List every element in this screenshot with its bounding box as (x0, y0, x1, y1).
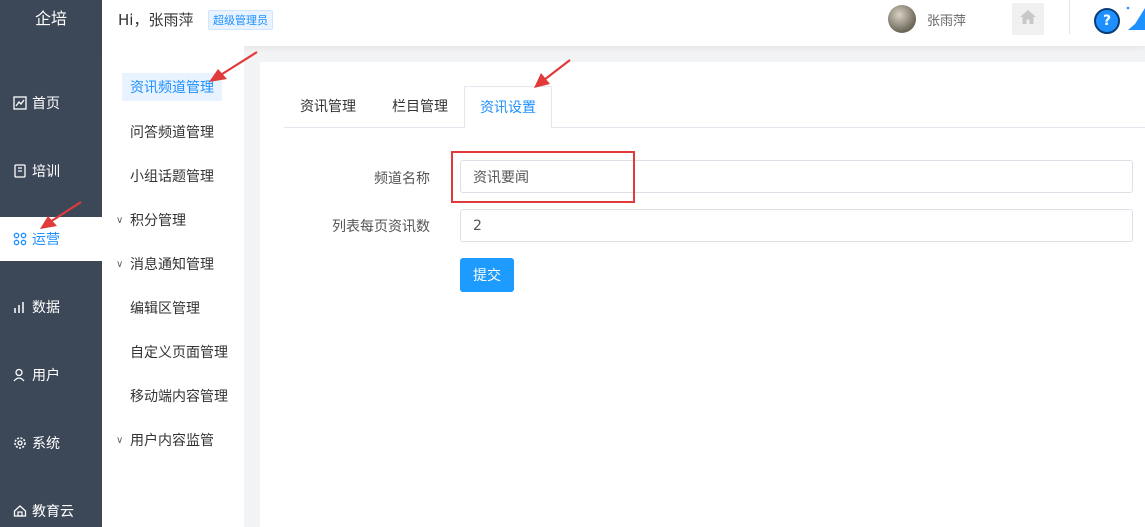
role-badge: 超级管理员 (208, 10, 273, 30)
chevron-down-icon: ∨ (116, 258, 124, 270)
main-rail: 企培 首页 培训 运营 数据 用户 系统 教育云 (0, 0, 102, 527)
cloud-icon (12, 503, 28, 519)
help-icon: ? (1102, 13, 1112, 29)
rail-item-data[interactable]: 数据 (0, 285, 102, 329)
subnav-item-label: 问答频道管理 (130, 125, 214, 141)
chevron-down-icon: ∨ (116, 434, 124, 446)
tab-news-management[interactable]: 资讯管理 (284, 86, 372, 128)
subnav-item-label: 用户内容监管 (130, 433, 214, 449)
book-icon (12, 163, 28, 179)
tab-news-settings[interactable]: 资讯设置 (464, 86, 552, 129)
subnav-item-label: 资讯频道管理 (122, 73, 222, 101)
subnav-item-notifications[interactable]: ∨ 消息通知管理 (102, 249, 244, 279)
user-icon (12, 367, 28, 383)
chevron-down-icon: ∨ (116, 214, 124, 226)
tab-label: 资讯管理 (300, 99, 356, 115)
rail-item-label: 系统 (32, 436, 60, 452)
chart-line-icon (12, 95, 28, 111)
rail-item-label: 数据 (32, 300, 60, 316)
greeting-text: Hi，张雨萍 (118, 11, 194, 29)
tab-bar: 资讯管理 栏目管理 资讯设置 (284, 86, 1145, 129)
home-button[interactable] (1012, 3, 1044, 35)
subnav-item-label: 消息通知管理 (130, 257, 214, 273)
per-page-input[interactable] (460, 209, 1133, 242)
rail-item-label: 培训 (32, 164, 60, 180)
rail-item-label: 教育云 (32, 504, 74, 520)
subnav-item-custom-pages[interactable]: 自定义页面管理 (102, 337, 244, 367)
rail-item-label: 用户 (32, 368, 60, 384)
subnav-item-points[interactable]: ∨ 积分管理 (102, 205, 244, 235)
rail-item-users[interactable]: 用户 (0, 353, 102, 397)
rail-item-home[interactable]: 首页 (0, 81, 102, 125)
subnav-item-editor-area[interactable]: 编辑区管理 (102, 293, 244, 323)
subnav-item-mobile-content[interactable]: 移动端内容管理 (102, 381, 244, 411)
submit-button[interactable]: 提交 (460, 258, 514, 292)
channel-name-label: 频道名称 (374, 171, 430, 187)
subnav-item-qa-channel[interactable]: 问答频道管理 (102, 117, 244, 147)
rail-item-edu-cloud[interactable]: 教育云 (0, 489, 102, 527)
header-divider (1069, 0, 1070, 34)
header-username[interactable]: 张雨萍 (927, 10, 966, 29)
subnav-item-label: 积分管理 (130, 213, 186, 229)
subnav-item-label: 自定义页面管理 (130, 345, 228, 361)
home-icon (1019, 9, 1037, 29)
subnav-item-user-content-supervision[interactable]: ∨ 用户内容监管 (102, 425, 244, 455)
subnav-item-news-channel[interactable]: 资讯频道管理 (102, 72, 244, 102)
subnav-item-label: 编辑区管理 (130, 301, 200, 317)
tab-label: 资讯设置 (480, 100, 536, 116)
content-panel: 资讯管理 栏目管理 资讯设置 频道名称 列表每页资讯数 提交 (260, 62, 1145, 527)
rail-item-label: 首页 (32, 96, 60, 112)
subnav-item-label: 移动端内容管理 (130, 389, 228, 405)
tab-column-management[interactable]: 栏目管理 (376, 86, 464, 128)
rail-item-system[interactable]: 系统 (0, 421, 102, 465)
per-page-label: 列表每页资讯数 (332, 219, 430, 235)
sparkle-decoration-icon (1126, 6, 1145, 30)
tab-label: 栏目管理 (392, 99, 448, 115)
bar-chart-icon (12, 299, 28, 315)
rail-item-label: 运营 (32, 232, 60, 248)
channel-name-input[interactable] (460, 160, 1133, 193)
operations-icon (12, 231, 28, 247)
secondary-sidebar: 资讯频道管理 问答频道管理 小组话题管理 ∨ 积分管理 ∨ 消息通知管理 编辑区… (102, 46, 244, 527)
subnav-item-label: 小组话题管理 (130, 169, 214, 185)
avatar[interactable] (888, 5, 916, 33)
rail-item-operations[interactable]: 运营 (0, 217, 102, 261)
gear-icon (12, 435, 28, 451)
top-header: Hi，张雨萍 超级管理员 张雨萍 ? (102, 0, 1145, 46)
brand-logo: 企培 (0, 0, 102, 46)
help-button[interactable]: ? (1094, 8, 1120, 34)
subnav-item-group-topics[interactable]: 小组话题管理 (102, 161, 244, 191)
rail-item-training[interactable]: 培训 (0, 149, 102, 193)
